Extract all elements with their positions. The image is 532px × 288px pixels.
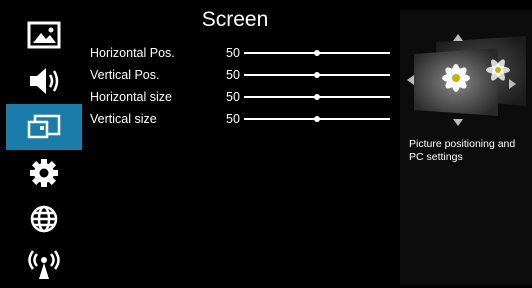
setting-label: Horizontal Pos.: [90, 46, 175, 60]
speaker-icon: [30, 68, 59, 94]
slider-knob[interactable]: [314, 50, 320, 56]
sidebar-item-broadcast[interactable]: [6, 242, 82, 288]
setting-value: 50: [226, 46, 240, 60]
setting-row-horizontal-pos[interactable]: Horizontal Pos. 50: [82, 43, 400, 65]
sidebar-item-network[interactable]: [6, 196, 82, 242]
setting-row-vertical-size[interactable]: Vertical size 50: [82, 109, 400, 131]
setting-value: 50: [226, 68, 240, 82]
sidebar-item-picture[interactable]: [6, 12, 82, 58]
globe-icon: [30, 205, 58, 233]
setting-label: Vertical Pos.: [90, 68, 160, 82]
sidebar-item-screen[interactable]: [6, 104, 82, 150]
sidebar-item-settings[interactable]: [6, 150, 82, 196]
setting-row-vertical-pos[interactable]: Vertical Pos. 50: [82, 65, 400, 87]
slider-knob[interactable]: [314, 116, 320, 122]
page-title: Screen: [201, 8, 269, 31]
broadcast-icon: [28, 250, 60, 279]
info-description: Picture positioning and PC settings: [409, 138, 516, 163]
sidebar-item-sound[interactable]: [6, 58, 82, 104]
setting-label: Vertical size: [90, 112, 157, 126]
vertical-size-slider[interactable]: [244, 116, 390, 122]
horizontal-size-slider[interactable]: [244, 94, 390, 100]
info-panel: Picture positioning and PC settings: [400, 10, 532, 285]
screen-icon: [27, 114, 61, 139]
screen-preview-image: [407, 34, 526, 126]
setting-value: 50: [226, 90, 240, 104]
setting-label: Horizontal size: [90, 90, 172, 104]
gear-icon: [30, 159, 58, 187]
screen-settings-panel: Screen Horizontal Pos. 50 Vertical Pos. …: [82, 0, 400, 285]
horizontal-pos-slider[interactable]: [244, 50, 390, 56]
setting-value: 50: [226, 112, 240, 126]
slider-knob[interactable]: [314, 94, 320, 100]
vertical-pos-slider[interactable]: [244, 72, 390, 78]
sidebar: [6, 12, 82, 285]
slider-knob[interactable]: [314, 72, 320, 78]
setting-row-horizontal-size[interactable]: Horizontal size 50: [82, 87, 400, 109]
picture-icon: [27, 21, 61, 49]
